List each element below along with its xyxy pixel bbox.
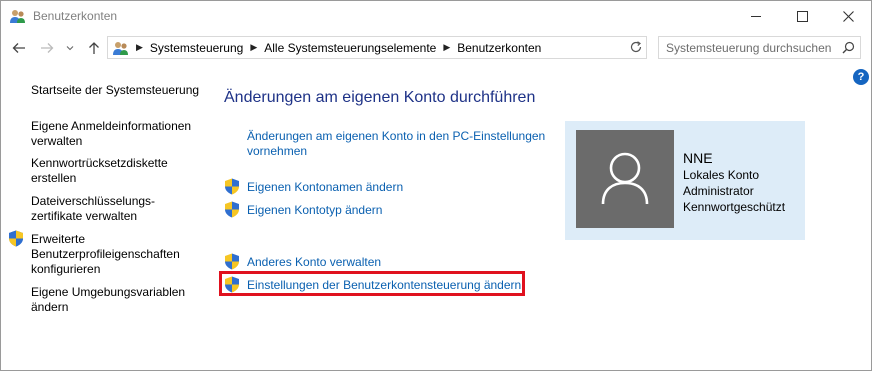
sidebar-item-label: erstellen	[31, 171, 77, 185]
control-panel-window: Benutzerkonten ▶ Systemsteuerung ▶ Alle …	[0, 0, 872, 371]
sidebar-item-label: Benutzerprofileigenschaften	[31, 247, 180, 261]
user-accounts-icon	[113, 42, 128, 55]
account-protection: Kennwortgeschützt	[683, 200, 786, 214]
breadcrumb-separator-icon: ▶	[136, 42, 143, 52]
sidebar-item-label: ändern	[31, 300, 69, 314]
link-label: vornehmen	[247, 144, 308, 158]
maximize-icon	[796, 10, 808, 22]
sidebar-item-kennwortruecksetzdiskette[interactable]: Kennwortrücksetzdiskette erstellen	[31, 156, 168, 186]
sidebar-item-label: verwalten	[31, 134, 83, 148]
help-button[interactable]: ?	[853, 69, 869, 85]
search-input[interactable]: Systemsteuerung durchsuchen	[666, 41, 831, 55]
close-icon	[842, 10, 854, 22]
sidebar-item-label: zertifikate verwalten	[31, 209, 138, 223]
sidebar-item-startseite[interactable]: Startseite der Systemsteuerung	[31, 83, 199, 98]
page-title: Änderungen am eigenen Konto durchführen	[224, 89, 536, 106]
change-account-name-link[interactable]: Eigenen Kontonamen ändern	[247, 180, 403, 195]
breadcrumb: ▶ Systemsteuerung ▶ Alle Systemsteuerung…	[134, 37, 541, 58]
forward-button[interactable]	[37, 39, 57, 57]
change-account-type-link[interactable]: Eigenen Kontotyp ändern	[247, 203, 382, 218]
chevron-down-icon	[66, 46, 74, 51]
recent-locations-button[interactable]	[63, 39, 77, 57]
uac-shield-icon	[225, 253, 239, 270]
sidebar-item-label: konfigurieren	[31, 262, 101, 276]
back-button[interactable]	[9, 39, 29, 57]
breadcrumb-alle-elemente[interactable]: Alle Systemsteuerungselemente	[264, 41, 436, 55]
navigation-bar: ▶ Systemsteuerung ▶ Alle Systemsteuerung…	[1, 33, 871, 63]
minimize-icon	[751, 15, 761, 17]
sidebar-item-zertifikate[interactable]: Dateiverschlüsselungs- zertifikate verwa…	[31, 194, 155, 224]
search-box[interactable]: Systemsteuerung durchsuchen	[658, 36, 861, 59]
arrow-up-icon	[89, 42, 99, 54]
account-name: NNE	[683, 150, 713, 166]
account-role: Administrator	[683, 184, 754, 198]
account-type: Lokales Konto	[683, 168, 760, 182]
title-bar: Benutzerkonten	[1, 1, 871, 31]
avatar	[576, 130, 674, 228]
uac-shield-icon	[225, 178, 239, 195]
uac-shield-icon	[225, 276, 239, 293]
arrow-right-icon	[41, 43, 54, 53]
window-title: Benutzerkonten	[33, 9, 118, 23]
refresh-icon[interactable]	[629, 40, 643, 54]
account-card: NNE Lokales Konto Administrator Kennwort…	[565, 121, 805, 240]
minimize-button[interactable]	[733, 1, 779, 31]
breadcrumb-separator-icon: ▶	[250, 42, 258, 52]
user-accounts-icon	[10, 10, 25, 23]
breadcrumb-benutzerkonten[interactable]: Benutzerkonten	[457, 41, 541, 55]
link-label: Änderungen am eigenen Konto in den PC-Ei…	[247, 129, 546, 143]
address-bar[interactable]: ▶ Systemsteuerung ▶ Alle Systemsteuerung…	[107, 36, 647, 59]
breadcrumb-systemsteuerung[interactable]: Systemsteuerung	[150, 41, 243, 55]
search-icon	[842, 41, 855, 54]
sidebar-item-umgebungsvariablen[interactable]: Eigene Umgebungsvariablen ändern	[31, 285, 185, 315]
user-icon	[601, 152, 649, 205]
sidebar-item-label: Eigene Anmeldeinformationen	[31, 119, 192, 133]
sidebar-item-label: Dateiverschlüsselungs-	[31, 194, 156, 208]
sidebar-item-label: Erweiterte	[31, 232, 86, 246]
up-button[interactable]	[84, 39, 104, 57]
sidebar-item-label: Startseite der Systemsteuerung	[31, 83, 200, 97]
sidebar-item-label: Eigene Umgebungsvariablen	[31, 285, 186, 299]
sidebar-item-label: Kennwortrücksetzdiskette	[31, 156, 168, 170]
uac-settings-link[interactable]: Einstellungen der Benutzerkontensteuerun…	[247, 278, 521, 293]
maximize-button[interactable]	[779, 1, 825, 31]
uac-shield-icon	[225, 201, 239, 218]
pc-settings-link[interactable]: Änderungen am eigenen Konto in den PC-Ei…	[247, 129, 545, 159]
sidebar-item-anmeldeinformationen[interactable]: Eigene Anmeldeinformationen verwalten	[31, 119, 191, 149]
arrow-left-icon	[12, 43, 25, 53]
manage-other-account-link[interactable]: Anderes Konto verwalten	[247, 255, 381, 270]
sidebar-item-benutzerprofileigenschaften[interactable]: Erweiterte Benutzerprofileigenschaften k…	[31, 232, 180, 277]
breadcrumb-separator-icon: ▶	[443, 42, 451, 52]
close-button[interactable]	[825, 1, 871, 31]
uac-shield-icon	[9, 230, 23, 247]
